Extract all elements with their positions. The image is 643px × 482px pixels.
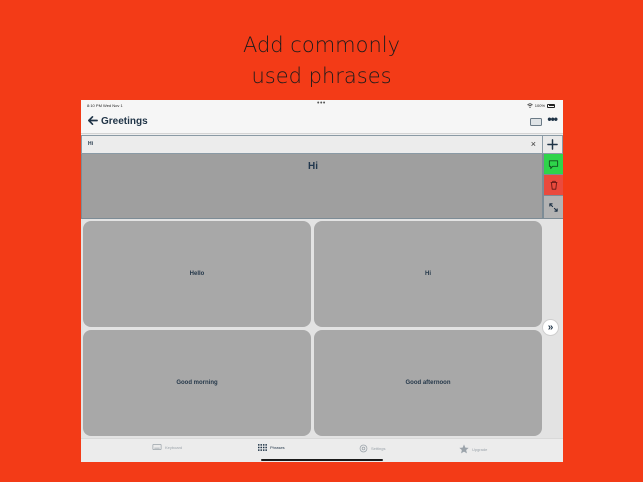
message-display: Hi	[81, 154, 543, 219]
headline-line-1: Add commonly	[242, 33, 401, 57]
home-indicator[interactable]	[261, 459, 383, 461]
headline-line-2: used phrases	[251, 64, 392, 88]
tab-settings-label: Settings	[371, 446, 386, 451]
tab-phrases[interactable]: Phrases	[258, 444, 285, 451]
status-bar: 8:10 PM Wed Nov 1 ••• 100%	[81, 100, 563, 110]
tab-keyboard-label: Keyboard	[165, 444, 183, 450]
plus-icon	[547, 139, 558, 150]
expand-icon	[549, 202, 558, 212]
phrase-tile[interactable]: Good afternoon	[314, 330, 542, 436]
grid-icon	[258, 444, 267, 451]
gear-icon	[359, 444, 368, 453]
status-right: 100%	[526, 103, 555, 108]
app-screenshot: 8:10 PM Wed Nov 1 ••• 100% Greetings •••…	[81, 100, 563, 462]
tab-upgrade-label: Upgrade	[472, 446, 488, 452]
tab-keyboard[interactable]: Keyboard	[152, 444, 182, 450]
promo-headline: Add commonly used phrases	[0, 30, 643, 92]
phrase-input[interactable]: Hi ×	[81, 135, 543, 154]
status-time: 8:10 PM Wed Nov 1	[87, 103, 123, 108]
speech-bubble-icon	[548, 159, 559, 169]
expand-button[interactable]	[543, 196, 563, 219]
phrase-grid: Hello Hi Good morning Good afternoon »	[81, 219, 563, 438]
tab-bar: Keyboard Phrases Settings Upgrade	[81, 438, 563, 462]
clear-icon[interactable]: ×	[531, 139, 536, 149]
arrow-left-icon	[88, 116, 98, 125]
delete-button[interactable]	[543, 175, 563, 196]
star-icon	[459, 444, 469, 454]
page-title: Greetings	[101, 116, 148, 127]
phrase-tile[interactable]: Hi	[314, 221, 542, 327]
battery-icon	[547, 103, 555, 108]
display-text: Hi	[308, 161, 318, 172]
phrase-tile[interactable]: Hello	[83, 221, 311, 327]
phrase-tile[interactable]: Good morning	[83, 330, 311, 436]
tab-phrases-label: Phrases	[270, 445, 285, 450]
tab-upgrade[interactable]: Upgrade	[459, 444, 487, 454]
back-button[interactable]	[87, 114, 98, 129]
keyboard-icon	[152, 444, 162, 450]
multitask-dots[interactable]: •••	[317, 100, 326, 107]
nav-bar: Greetings •••	[81, 110, 563, 134]
more-options-icon[interactable]: •••	[547, 112, 558, 126]
tab-settings[interactable]: Settings	[359, 444, 385, 453]
next-page-button[interactable]: »	[542, 319, 559, 336]
add-phrase-button[interactable]	[543, 135, 563, 154]
keyboard-toggle-icon[interactable]	[530, 118, 542, 126]
phrase-input-value: Hi	[88, 141, 93, 147]
speak-button[interactable]	[543, 154, 563, 175]
battery-percent: 100%	[534, 103, 545, 108]
wifi-icon	[526, 103, 533, 108]
trash-icon	[550, 180, 557, 190]
